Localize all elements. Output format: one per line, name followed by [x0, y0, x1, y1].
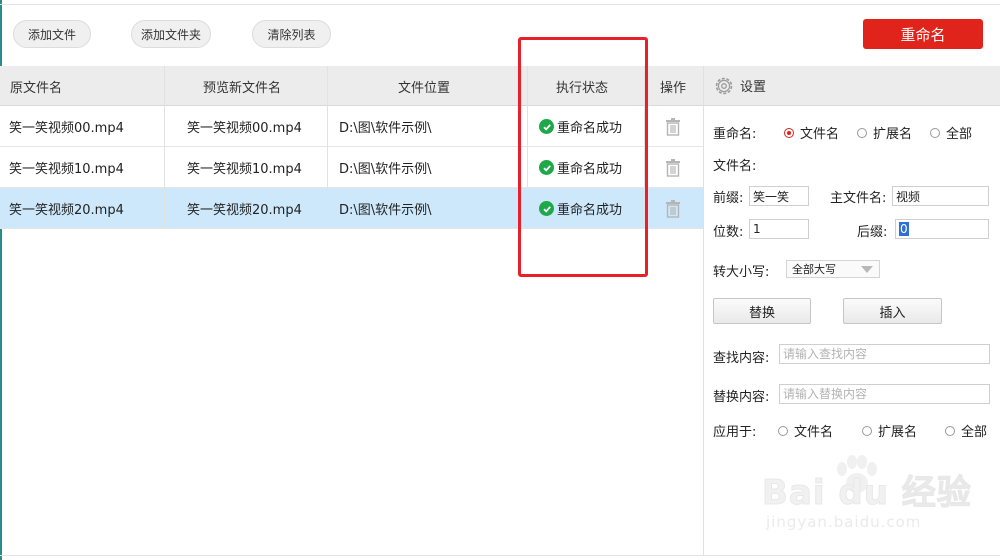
- replace-input[interactable]: [779, 384, 990, 404]
- column-separator: [164, 66, 165, 229]
- cell-original-name: 笑一笑视频00.mp4: [9, 121, 124, 136]
- gear-icon: [715, 77, 733, 94]
- column-separator: [644, 66, 645, 229]
- radio-label: 全部: [961, 425, 988, 440]
- main-filename-label: 主文件名:: [830, 191, 887, 206]
- radio-dot-icon: [862, 425, 872, 436]
- add-file-button[interactable]: 添加文件: [13, 20, 91, 48]
- column-header-preview[interactable]: 预览新文件名: [203, 66, 281, 106]
- clear-list-button[interactable]: 清除列表: [252, 20, 331, 48]
- cell-location: D:\图\软件示例\: [339, 121, 432, 136]
- cell-original-name: 笑一笑视频10.mp4: [9, 162, 124, 177]
- success-check-icon: [539, 201, 554, 216]
- main-filename-input[interactable]: [892, 186, 989, 206]
- column-header-location[interactable]: 文件位置: [398, 66, 450, 106]
- column-header-original[interactable]: 原文件名: [10, 66, 62, 106]
- column-separator: [527, 66, 528, 229]
- radio-apply-filename[interactable]: 文件名: [778, 421, 833, 440]
- settings-title: 设置: [740, 80, 767, 95]
- cell-location: D:\图\软件示例\: [339, 203, 432, 218]
- find-label: 查找内容:: [713, 351, 770, 366]
- radio-rename-filename[interactable]: 文件名: [784, 123, 839, 142]
- delete-row-button[interactable]: [665, 188, 681, 229]
- add-folder-button[interactable]: 添加文件夹: [131, 20, 211, 48]
- case-select[interactable]: 全部大写: [786, 260, 880, 278]
- radio-label: 文件名: [794, 425, 834, 440]
- radio-rename-extension[interactable]: 扩展名: [857, 123, 912, 142]
- cell-status: 重命名成功: [539, 147, 622, 188]
- radio-dot-icon: [784, 127, 794, 138]
- digits-label: 位数:: [713, 225, 744, 240]
- status-text: 重命名成功: [557, 203, 623, 218]
- filename-section-label: 文件名:: [713, 159, 757, 174]
- radio-label: 扩展名: [873, 127, 913, 142]
- cell-location: D:\图\软件示例\: [339, 162, 432, 177]
- bottom-divider: [0, 555, 1000, 556]
- suffix-value: 0: [899, 222, 909, 236]
- prefix-label: 前缀:: [713, 191, 744, 206]
- radio-rename-all[interactable]: 全部: [930, 123, 972, 142]
- column-separator: [327, 66, 328, 229]
- chevron-down-icon: [861, 266, 873, 273]
- cell-preview-name: 笑一笑视频10.mp4: [187, 162, 302, 177]
- file-table-header: 原文件名 预览新文件名 文件位置 执行状态 操作: [0, 66, 703, 106]
- find-input[interactable]: [779, 344, 990, 364]
- radio-label: 全部: [946, 127, 973, 142]
- radio-dot-icon: [778, 425, 788, 436]
- radio-apply-all[interactable]: 全部: [945, 421, 987, 440]
- cell-status: 重命名成功: [539, 188, 622, 229]
- top-divider: [0, 4, 1000, 5]
- radio-label: 文件名: [800, 127, 840, 142]
- radio-dot-icon: [857, 127, 867, 138]
- delete-row-button[interactable]: [665, 147, 681, 188]
- delete-row-button[interactable]: [665, 106, 681, 147]
- radio-dot-icon: [930, 127, 940, 138]
- table-row[interactable]: 笑一笑视频10.mp4 笑一笑视频10.mp4 D:\图\软件示例\ 重命名成功: [0, 147, 703, 188]
- suffix-input[interactable]: 0: [895, 219, 989, 239]
- digits-input[interactable]: [749, 219, 809, 239]
- column-header-actions: 操作: [660, 80, 687, 96]
- replace-button[interactable]: 替换: [713, 298, 811, 324]
- trash-icon[interactable]: [665, 199, 681, 218]
- column-header-status[interactable]: 执行状态: [556, 66, 608, 106]
- case-select-value: 全部大写: [792, 263, 836, 276]
- trash-icon[interactable]: [665, 158, 681, 177]
- apply-to-label: 应用于:: [713, 425, 757, 440]
- status-text: 重命名成功: [557, 121, 623, 136]
- cell-preview-name: 笑一笑视频00.mp4: [187, 121, 302, 136]
- prefix-input[interactable]: [749, 186, 809, 206]
- cell-preview-name: 笑一笑视频20.mp4: [187, 203, 302, 218]
- status-text: 重命名成功: [557, 162, 623, 177]
- settings-panel: 设置 重命名: 文件名 扩展名 全部 文件名: 前缀: 主文件名: 位数: 后缀…: [703, 66, 1000, 556]
- rename-mode-label: 重命名:: [713, 127, 757, 142]
- settings-header: 设置: [704, 66, 1000, 106]
- success-check-icon: [539, 160, 554, 175]
- insert-button[interactable]: 插入: [843, 298, 942, 324]
- success-check-icon: [539, 119, 554, 134]
- trash-icon[interactable]: [665, 117, 681, 136]
- case-label: 转大小写:: [713, 265, 770, 280]
- radio-dot-icon: [945, 425, 955, 436]
- rename-button[interactable]: 重命名: [863, 19, 983, 49]
- replace-content-label: 替换内容:: [713, 390, 770, 405]
- radio-apply-extension[interactable]: 扩展名: [862, 421, 917, 440]
- cell-status: 重命名成功: [539, 106, 622, 147]
- cell-original-name: 笑一笑视频20.mp4: [9, 203, 124, 218]
- suffix-label: 后缀:: [857, 225, 888, 240]
- table-row[interactable]: 笑一笑视频00.mp4 笑一笑视频00.mp4 D:\图\软件示例\ 重命名成功: [0, 106, 703, 147]
- table-row-selected[interactable]: 笑一笑视频20.mp4 笑一笑视频20.mp4 D:\图\软件示例\ 重命名成功: [0, 188, 703, 229]
- radio-label: 扩展名: [878, 425, 918, 440]
